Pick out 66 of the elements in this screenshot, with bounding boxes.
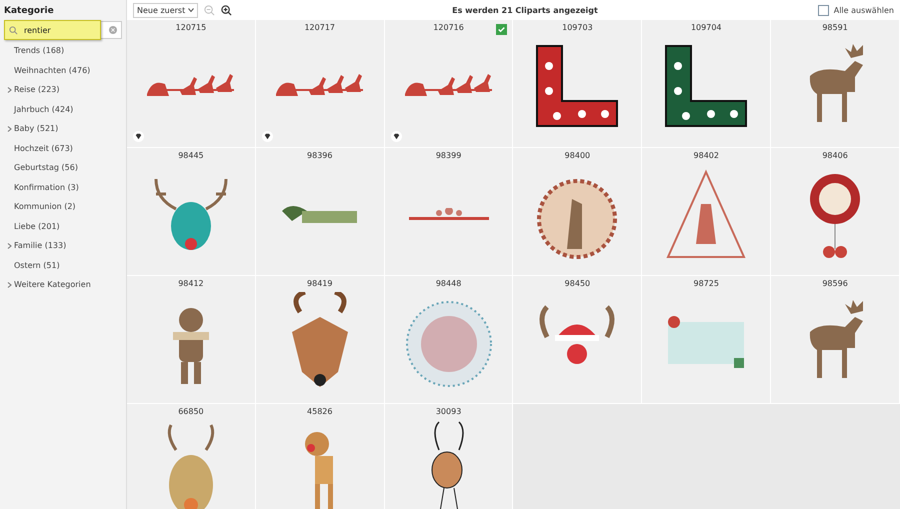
category-item[interactable]: Weihnachten (476)	[4, 60, 122, 80]
checked-icon[interactable]	[496, 24, 508, 35]
sort-dropdown[interactable]: Neue zuerst	[133, 2, 198, 18]
category-item[interactable]: Trends (168)	[4, 41, 122, 60]
clipart-number: 98399	[436, 151, 462, 160]
clipart-number: 45826	[307, 407, 332, 416]
sidebar-title: Kategorie	[4, 5, 55, 18]
clipart-tile[interactable]: 98445	[127, 148, 256, 276]
category-item[interactable]: Reise (223)	[4, 80, 122, 100]
category-item[interactable]: Jahrbuch (424)	[4, 100, 122, 119]
clipart-tile[interactable]: 98396	[256, 148, 385, 276]
clipart-tile[interactable]: 109703	[513, 20, 642, 148]
clipart-number: 120715	[176, 23, 206, 32]
clipart-tile[interactable]: 98450	[513, 276, 642, 404]
clipart-number: 98402	[694, 151, 719, 160]
category-item[interactable]: Konfirmation (3)	[4, 178, 122, 197]
clipart-tile[interactable]: 30093	[384, 404, 514, 509]
clipart-tile[interactable]: 98412	[127, 276, 256, 404]
clipart-number: 98450	[564, 279, 590, 288]
caret-icon	[188, 8, 194, 12]
clipart-tile[interactable]: 98448	[384, 276, 514, 404]
zoom-out-icon[interactable]	[204, 4, 216, 16]
clipart-number: 66850	[178, 407, 204, 416]
clipart-tile[interactable]: 120716	[384, 20, 514, 148]
category-item[interactable]: Liebe (201)	[4, 216, 122, 236]
clipart-tile[interactable]: 66850	[127, 404, 256, 509]
clipart-number: 98419	[307, 279, 332, 288]
category-item[interactable]: Baby (521)	[4, 119, 122, 138]
clear-icon[interactable]	[109, 26, 117, 34]
clipart-number: 120716	[433, 23, 464, 32]
clipart-number: 109703	[562, 23, 593, 32]
clipart-tile[interactable]: 120715	[127, 20, 256, 148]
category-item[interactable]: Familie (133)	[4, 236, 122, 256]
clipart-number: 98396	[307, 151, 332, 160]
clipart-number: 109704	[690, 23, 722, 32]
category-item[interactable]: Ostern (51)	[4, 256, 122, 275]
select-all-checkbox[interactable]: Alle auswählen	[818, 4, 894, 16]
clipart-tile[interactable]: 98406	[771, 148, 900, 276]
clipart-number: 98445	[178, 151, 204, 160]
clipart-number: 98725	[694, 279, 719, 288]
clipart-tile[interactable]: 98725	[642, 276, 772, 404]
category-item[interactable]: Kommunion (2)	[4, 197, 122, 216]
search-field[interactable]: rentier	[4, 21, 122, 39]
clipart-number: 98412	[178, 279, 204, 288]
clipart-tile[interactable]: 45826	[256, 404, 385, 509]
clipart-number: 98591	[822, 23, 848, 32]
clipart-tile[interactable]: 109704	[642, 20, 772, 148]
result-count: Es werden 21 Cliparts angezeigt	[451, 6, 599, 14]
category-item[interactable]: Hochzeit (673)	[4, 138, 122, 158]
zoom-in-icon[interactable]	[221, 4, 232, 16]
clipart-number: 98448	[436, 279, 462, 288]
clipart-tile[interactable]: 98400	[513, 148, 642, 276]
clipart-number: 30093	[436, 407, 462, 416]
clipart-tile[interactable]: 98399	[384, 148, 514, 276]
category-item[interactable]: Weitere Kategorien	[4, 275, 122, 294]
clipart-number: 98406	[822, 151, 848, 160]
clipart-tile[interactable]: 120717	[256, 20, 385, 148]
clipart-tile[interactable]: 98596	[771, 276, 900, 404]
clipart-tile[interactable]: 98591	[771, 20, 900, 148]
clipart-number: 120717	[304, 23, 336, 32]
search-icon	[9, 26, 18, 34]
clipart-tile[interactable]: 98402	[642, 148, 772, 276]
clipart-number: 98596	[822, 279, 848, 288]
clipart-number: 98400	[564, 151, 590, 160]
clipart-tile[interactable]: 98419	[256, 276, 385, 404]
category-item[interactable]: Geburtstag (56)	[4, 158, 122, 178]
